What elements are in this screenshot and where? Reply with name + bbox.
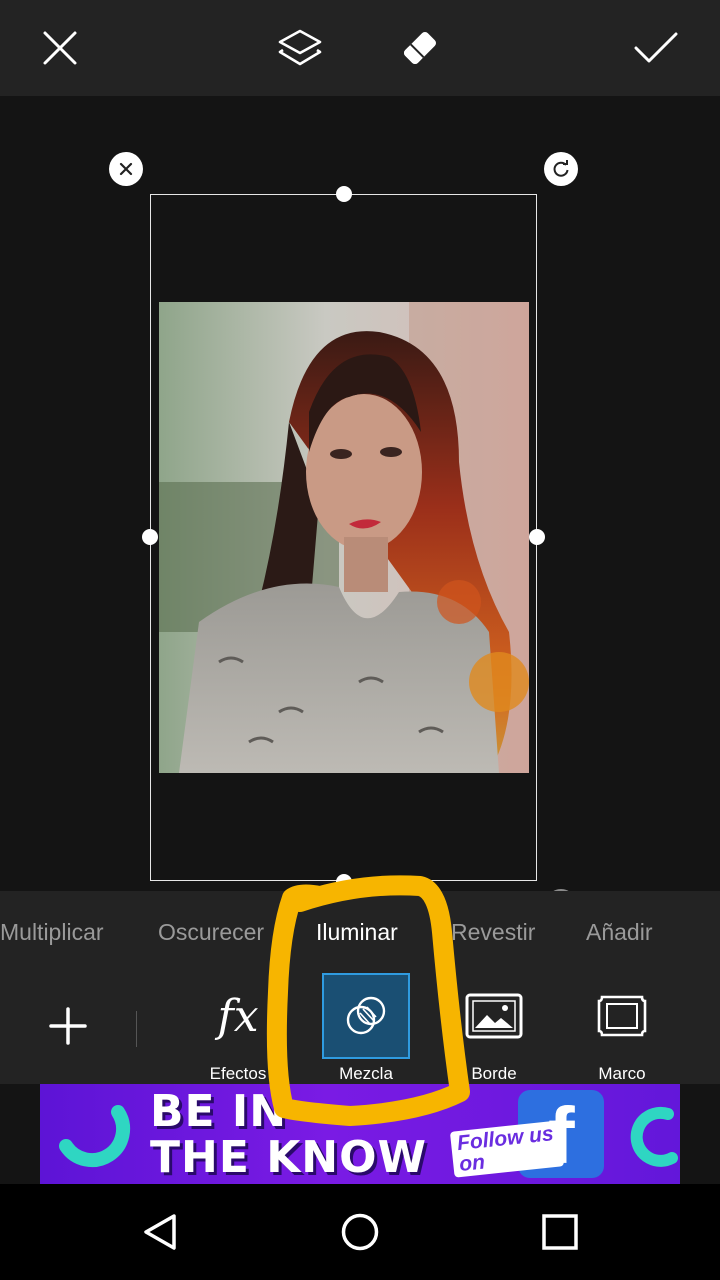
apply-button[interactable] <box>632 24 680 72</box>
close-icon <box>119 162 133 176</box>
divider <box>136 1011 137 1047</box>
check-icon <box>634 32 678 63</box>
swoosh-graphic <box>59 1105 131 1168</box>
frame-icon <box>597 995 647 1037</box>
rotate-icon <box>553 160 569 177</box>
blend-mode-multiplicar[interactable]: Multiplicar <box>0 919 104 946</box>
tool-mezcla[interactable]: Mezcla <box>311 971 421 1084</box>
tool-label: Marco <box>598 1064 646 1083</box>
tool-borde[interactable]: Borde <box>439 971 549 1084</box>
resize-handle-bottom[interactable] <box>336 874 352 890</box>
blend-icon <box>346 996 386 1035</box>
tool-efectos[interactable]: fx Efectos <box>183 971 293 1084</box>
photo-layer[interactable] <box>159 302 529 773</box>
resize-handle-right[interactable] <box>529 529 545 545</box>
layers-button[interactable] <box>276 24 324 72</box>
recents-button[interactable] <box>536 1208 584 1256</box>
blend-mode-oscurecer[interactable]: Oscurecer <box>158 919 264 946</box>
blend-mode-iluminar[interactable]: Iluminar <box>316 919 398 946</box>
blend-mode-anadir[interactable]: Añadir <box>586 919 652 946</box>
tool-label: Mezcla <box>339 1064 393 1083</box>
resize-handle-top[interactable] <box>336 186 352 202</box>
rotate-button[interactable] <box>544 152 578 186</box>
ad-banner[interactable]: BE IN THE KNOW f Follow us on <box>40 1084 680 1184</box>
home-icon <box>341 1213 379 1251</box>
fx-icon: fx <box>217 990 259 1042</box>
tool-label: Borde <box>471 1064 517 1083</box>
swoosh-graphic-right <box>630 1106 678 1167</box>
home-button[interactable] <box>336 1208 384 1256</box>
close-icon <box>43 31 77 65</box>
system-nav-bar <box>0 1184 720 1280</box>
tool-marco[interactable]: Marco <box>567 971 677 1084</box>
tools-bar: fx Efectos Mezcla Borde Marco <box>0 971 720 1084</box>
ad-headline-line1: BE IN <box>150 1086 288 1137</box>
resize-handle-left[interactable] <box>142 529 158 545</box>
blend-mode-strip[interactable]: Multiplicar Oscurecer Iluminar Revestir … <box>0 891 720 971</box>
add-button[interactable] <box>13 971 123 1084</box>
editor-canvas <box>0 96 720 921</box>
blend-mode-revestir[interactable]: Revestir <box>451 919 535 946</box>
delete-layer-button[interactable] <box>109 152 143 186</box>
back-button[interactable] <box>136 1208 184 1256</box>
close-button[interactable] <box>36 24 84 72</box>
back-icon <box>144 1214 176 1250</box>
portrait-photo <box>159 302 529 773</box>
recents-icon <box>542 1214 578 1250</box>
eraser-icon <box>403 31 437 65</box>
eraser-button[interactable] <box>396 24 444 72</box>
top-toolbar <box>0 0 720 96</box>
layers-icon <box>278 29 322 66</box>
tool-label: Efectos <box>209 1064 267 1083</box>
ad-headline-line2: THE KNOW <box>150 1132 428 1183</box>
border-icon <box>465 993 523 1039</box>
plus-icon <box>49 1007 87 1045</box>
